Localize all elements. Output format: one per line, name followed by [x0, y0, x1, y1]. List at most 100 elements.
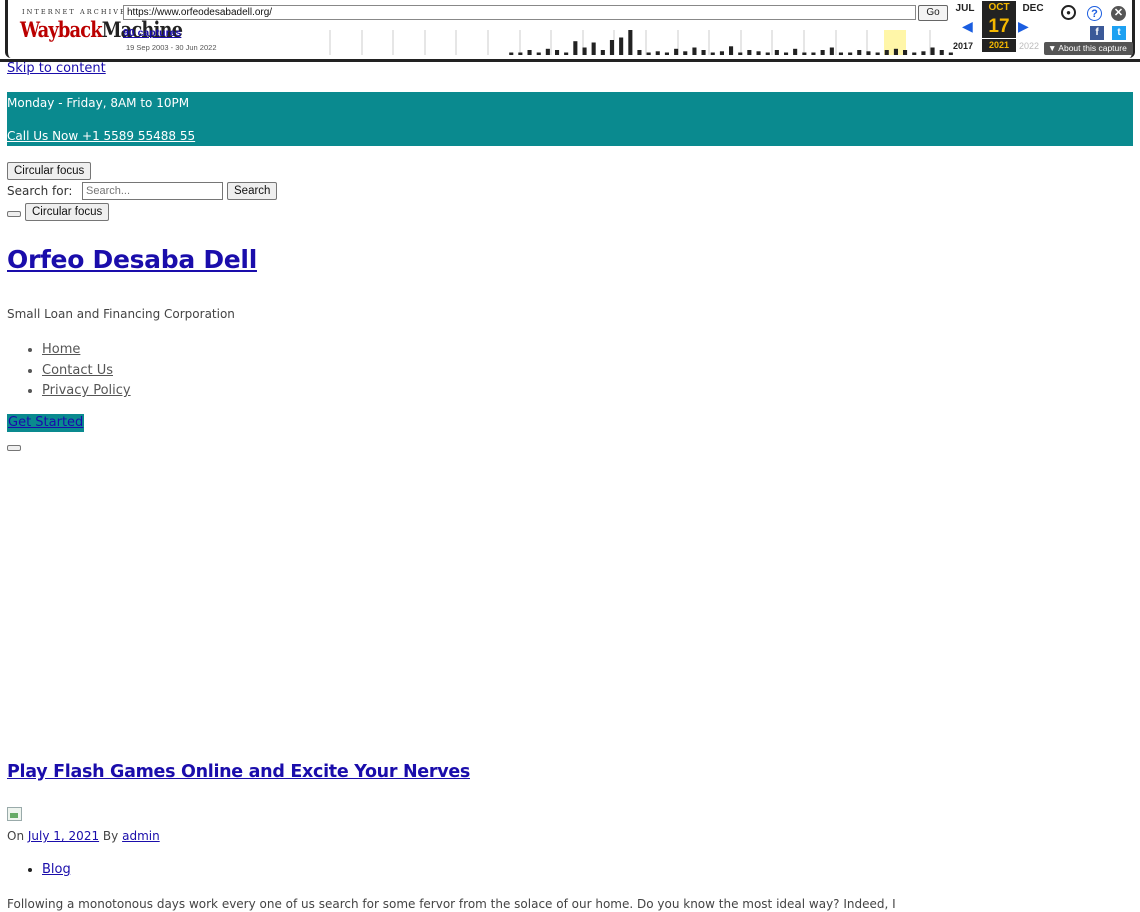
- broken-image-icon: [7, 807, 22, 821]
- category-link-blog[interactable]: Blog: [42, 862, 71, 877]
- sparkline-bar[interactable]: [701, 50, 706, 55]
- sparkline-bar[interactable]: [802, 52, 807, 56]
- sparkline-bar[interactable]: [784, 52, 789, 56]
- wayback-prev-arrow-icon[interactable]: ◀: [962, 18, 973, 35]
- sparkline-bar[interactable]: [674, 48, 679, 55]
- sparkline-bar[interactable]: [921, 51, 926, 55]
- sparkline-bar[interactable]: [838, 52, 843, 56]
- sparkline-bar[interactable]: [793, 48, 798, 55]
- sparkline-bar[interactable]: [609, 40, 614, 55]
- post-categories: Blog: [26, 862, 71, 877]
- sparkline-bar[interactable]: [893, 48, 898, 55]
- nav-link-home[interactable]: Home: [42, 342, 80, 357]
- sparkline-bar[interactable]: [655, 51, 660, 55]
- sparkline-bar[interactable]: [747, 50, 752, 55]
- sparkline-bar[interactable]: [912, 52, 917, 56]
- facebook-icon[interactable]: f: [1090, 26, 1104, 40]
- sparkline-bar[interactable]: [536, 52, 541, 56]
- sparkline-bar[interactable]: [555, 50, 560, 55]
- sparkline-bar[interactable]: [857, 50, 862, 55]
- sparkline-bar[interactable]: [518, 52, 523, 56]
- wayback-go-button[interactable]: Go: [918, 5, 948, 21]
- sparkline-bar[interactable]: [939, 50, 944, 55]
- sparkline-bar[interactable]: [628, 30, 633, 55]
- top-info-bar: Monday - Friday, 8AM to 10PM Call Us Now…: [7, 92, 1133, 146]
- wayback-captures-link[interactable]: 90 captures: [123, 27, 181, 39]
- search-label: Search for:: [7, 184, 73, 198]
- sparkline-bar[interactable]: [729, 46, 734, 55]
- sparkline-bar[interactable]: [774, 50, 779, 55]
- sparkline-bar[interactable]: [848, 52, 853, 56]
- post-meta-on: On: [7, 829, 25, 843]
- site-title-link[interactable]: Orfeo Desaba Dell: [7, 245, 257, 274]
- help-icon[interactable]: ?: [1087, 6, 1102, 21]
- post-excerpt: Following a monotonous days work every o…: [7, 897, 896, 911]
- sparkline-bar[interactable]: [738, 52, 743, 56]
- search-button[interactable]: Search: [227, 182, 278, 200]
- wayback-capture-sparkline[interactable]: [326, 28, 958, 55]
- sparkline-bar[interactable]: [619, 37, 624, 56]
- sparkline-bar[interactable]: [564, 52, 569, 56]
- sparkline-bar[interactable]: [811, 52, 816, 56]
- sparkline-bar[interactable]: [756, 51, 761, 55]
- sparkline-bar[interactable]: [710, 52, 715, 56]
- post-author-link[interactable]: admin: [122, 829, 160, 843]
- wayback-next-month[interactable]: DEC: [1016, 3, 1050, 14]
- sparkline-bar[interactable]: [646, 52, 651, 56]
- wayback-next-arrow-icon[interactable]: ▶: [1018, 18, 1029, 35]
- sparkline-bar[interactable]: [527, 50, 532, 55]
- sparkline-bar[interactable]: [765, 52, 770, 56]
- call-us-link[interactable]: Call Us Now +1 5589 55488 55: [7, 129, 195, 143]
- nav-item-home: Home: [42, 340, 131, 361]
- nav-item-privacy: Privacy Policy: [42, 381, 131, 402]
- get-started-button[interactable]: Get Started: [7, 414, 85, 432]
- sparkline-bar[interactable]: [948, 52, 953, 56]
- twitter-icon[interactable]: t: [1112, 26, 1126, 40]
- wayback-prev-year[interactable]: 2017: [946, 41, 980, 51]
- wayback-current-day: 17: [982, 15, 1016, 38]
- close-icon[interactable]: ✕: [1111, 6, 1126, 21]
- sparkline-bar[interactable]: [573, 41, 578, 55]
- wayback-url-input[interactable]: https://www.orfeodesabadell.org/: [123, 5, 916, 20]
- sparkline-bar[interactable]: [692, 47, 697, 56]
- primary-navigation: Home Contact Us Privacy Policy: [26, 340, 131, 402]
- sparkline-bar[interactable]: [884, 50, 889, 55]
- sparkline-bar[interactable]: [600, 50, 605, 55]
- wayback-toolbar-frame: INTERNET ARCHIVE WaybackMachine https://…: [5, 0, 1135, 58]
- circular-focus-button[interactable]: Circular focus: [7, 162, 92, 180]
- sparkline-bar[interactable]: [545, 48, 550, 55]
- sparkline-bar[interactable]: [866, 51, 871, 55]
- sparkline-bar[interactable]: [509, 52, 514, 56]
- sparkline-bar[interactable]: [683, 51, 688, 55]
- secondary-toggle-button[interactable]: [7, 445, 21, 451]
- sparkline-bar[interactable]: [719, 51, 724, 55]
- sparkline-bar[interactable]: [820, 50, 825, 55]
- menu-toggle-button[interactable]: [7, 211, 21, 217]
- nav-link-contact[interactable]: Contact Us: [42, 363, 113, 378]
- sparkline-bar[interactable]: [930, 47, 935, 56]
- post-meta-by: By: [102, 829, 119, 843]
- wayback-prev-month[interactable]: JUL: [948, 3, 982, 14]
- sparkline-bar[interactable]: [664, 52, 669, 56]
- business-hours: Monday - Friday, 8AM to 10PM: [7, 96, 190, 110]
- wayback-next-year: 2022: [1018, 41, 1040, 51]
- wayback-current-month: OCT: [982, 1, 1016, 15]
- sparkline-bar[interactable]: [582, 47, 587, 56]
- wayback-date-range: 19 Sep 2003 - 30 Jun 2022: [126, 43, 217, 52]
- post-date-link[interactable]: July 1, 2021: [28, 829, 99, 843]
- nav-link-privacy[interactable]: Privacy Policy: [42, 383, 131, 398]
- sparkline-bar[interactable]: [829, 47, 834, 56]
- wayback-about-capture-button[interactable]: ▼ About this capture: [1044, 42, 1133, 55]
- sparkline-bar[interactable]: [591, 42, 596, 56]
- wayback-current-year: 2021: [982, 39, 1016, 52]
- search-input[interactable]: [82, 182, 223, 200]
- sparkline-bar[interactable]: [875, 52, 880, 56]
- user-icon[interactable]: ●: [1061, 5, 1076, 20]
- post-title-link[interactable]: Play Flash Games Online and Excite Your …: [7, 762, 470, 782]
- post-meta: On July 1, 2021 By admin: [7, 829, 160, 843]
- circular-focus-button-2[interactable]: Circular focus: [25, 203, 110, 221]
- sparkline-bar[interactable]: [903, 50, 908, 55]
- sparkline-bar[interactable]: [637, 50, 642, 55]
- site-tagline: Small Loan and Financing Corporation: [7, 307, 235, 321]
- skip-to-content-link[interactable]: Skip to content: [7, 61, 106, 76]
